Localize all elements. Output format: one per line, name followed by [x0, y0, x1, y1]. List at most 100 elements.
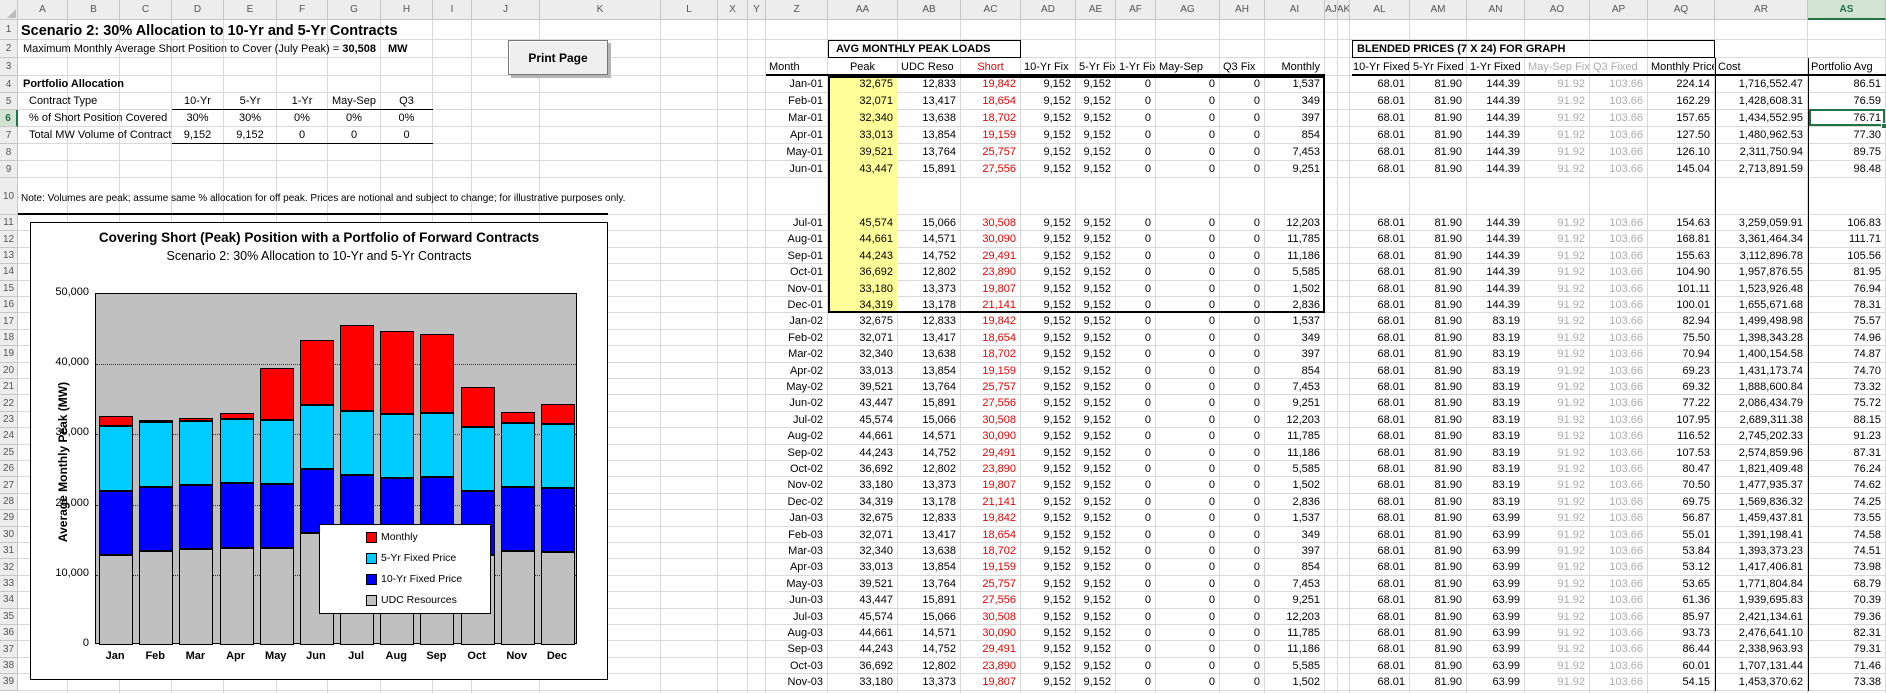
- price-cell[interactable]: 81.90: [1410, 297, 1466, 313]
- peak-cell[interactable]: 9,152: [1076, 625, 1115, 641]
- price-cell[interactable]: 91.92: [1525, 477, 1589, 493]
- peak-cell[interactable]: 19,807: [961, 477, 1020, 493]
- price-cell[interactable]: 103.66: [1590, 641, 1647, 657]
- column-header-H[interactable]: H: [381, 0, 433, 20]
- price-cell[interactable]: 91.92: [1525, 658, 1589, 674]
- peak-cell[interactable]: 1,502: [1265, 674, 1324, 690]
- peak-cell[interactable]: 0: [1116, 510, 1155, 526]
- peak-cell[interactable]: 9,152: [1076, 330, 1115, 346]
- price-cell[interactable]: 126.10: [1648, 144, 1714, 161]
- peak-cell[interactable]: 9,152: [1021, 346, 1075, 362]
- price-cell[interactable]: 68.01: [1350, 527, 1409, 543]
- price-cell[interactable]: 144.39: [1467, 93, 1524, 110]
- peak-cell[interactable]: 9,152: [1021, 543, 1075, 559]
- price-cell[interactable]: 3,259,059.91: [1715, 215, 1807, 231]
- price-cell[interactable]: 81.90: [1410, 559, 1466, 575]
- price-cell[interactable]: 74.87: [1808, 346, 1885, 362]
- peak-cell[interactable]: 9,152: [1076, 428, 1115, 444]
- peak-cell[interactable]: 9,152: [1076, 461, 1115, 477]
- peak-cell[interactable]: 18,702: [961, 346, 1020, 362]
- price-cell[interactable]: 93.73: [1648, 625, 1714, 641]
- peak-cell[interactable]: 15,891: [898, 395, 960, 411]
- price-cell[interactable]: 103.66: [1590, 674, 1647, 690]
- price-cell[interactable]: 2,745,202.33: [1715, 428, 1807, 444]
- row-header-21[interactable]: 21: [0, 379, 18, 395]
- peak-cell[interactable]: 0: [1156, 559, 1219, 575]
- peak-cell[interactable]: 33,180: [828, 477, 897, 493]
- peak-cell[interactable]: 12,802: [898, 658, 960, 674]
- price-cell[interactable]: 144.39: [1467, 127, 1524, 144]
- price-cell[interactable]: 103.66: [1590, 625, 1647, 641]
- peak-cell[interactable]: 0: [1156, 494, 1219, 510]
- price-cell[interactable]: 144.39: [1467, 264, 1524, 280]
- price-cell[interactable]: 81.90: [1410, 313, 1466, 329]
- price-cell[interactable]: 91.92: [1525, 576, 1589, 592]
- price-cell[interactable]: 81.90: [1410, 248, 1466, 264]
- price-cell[interactable]: 103.66: [1590, 313, 1647, 329]
- fill-handle[interactable]: [1881, 123, 1886, 129]
- peak-cell[interactable]: May-02: [766, 379, 827, 395]
- row-header-30[interactable]: 30: [0, 527, 18, 543]
- peak-cell[interactable]: 0: [1220, 412, 1264, 428]
- price-cell[interactable]: 68.01: [1350, 576, 1409, 592]
- allocation-col-header[interactable]: Q3: [381, 93, 432, 110]
- price-cell[interactable]: 68.01: [1350, 379, 1409, 395]
- price-cell[interactable]: 2,421,134.61: [1715, 609, 1807, 625]
- peak-cell[interactable]: Jan-03: [766, 510, 827, 526]
- price-cell[interactable]: 74.51: [1808, 543, 1885, 559]
- row-header-6[interactable]: 6: [0, 110, 18, 127]
- peak-cell[interactable]: Feb-02: [766, 330, 827, 346]
- price-cell[interactable]: 81.90: [1410, 395, 1466, 411]
- peak-cell[interactable]: Oct-03: [766, 658, 827, 674]
- price-cell[interactable]: 162.29: [1648, 93, 1714, 110]
- price-cell[interactable]: 91.92: [1525, 248, 1589, 264]
- price-cell[interactable]: 103.66: [1590, 592, 1647, 608]
- allocation-col-header[interactable]: 10-Yr: [172, 93, 223, 110]
- price-cell[interactable]: 55.01: [1648, 527, 1714, 543]
- peak-cell[interactable]: 0: [1156, 445, 1219, 461]
- peak-cell[interactable]: 349: [1265, 330, 1324, 346]
- max-short-value[interactable]: 30,508: [328, 40, 380, 58]
- price-cell[interactable]: 89.75: [1808, 144, 1885, 161]
- price-cell[interactable]: 83.19: [1467, 346, 1524, 362]
- peak-cell[interactable]: 14,752: [898, 641, 960, 657]
- price-cell[interactable]: 63.99: [1467, 641, 1524, 657]
- price-cell[interactable]: 83.19: [1467, 412, 1524, 428]
- row-header-4[interactable]: 4: [0, 76, 18, 93]
- allocation-col-header[interactable]: 1-Yr: [277, 93, 327, 110]
- column-header-F[interactable]: F: [277, 0, 328, 20]
- peak-cell[interactable]: 9,152: [1021, 510, 1075, 526]
- price-cell[interactable]: 81.90: [1410, 461, 1466, 477]
- peak-cell[interactable]: Jun-03: [766, 592, 827, 608]
- peak-cell[interactable]: 9,152: [1021, 330, 1075, 346]
- print-page-button[interactable]: Print Page: [508, 40, 608, 75]
- price-cell[interactable]: 103.66: [1590, 330, 1647, 346]
- column-header-L[interactable]: L: [661, 0, 718, 20]
- peak-cell[interactable]: May-01: [766, 144, 827, 161]
- price-cell[interactable]: 76.24: [1808, 461, 1885, 477]
- peak-cell[interactable]: 0: [1156, 363, 1219, 379]
- column-header-E[interactable]: E: [224, 0, 277, 20]
- price-cell[interactable]: 116.52: [1648, 428, 1714, 444]
- price-cell[interactable]: 73.38: [1808, 674, 1885, 690]
- peak-cell[interactable]: 23,890: [961, 658, 1020, 674]
- price-cell[interactable]: 68.01: [1350, 658, 1409, 674]
- peak-cell[interactable]: 5,585: [1265, 658, 1324, 674]
- price-cell[interactable]: 83.19: [1467, 477, 1524, 493]
- embedded-chart[interactable]: Covering Short (Peak) Position with a Po…: [30, 222, 608, 680]
- peak-cell[interactable]: Nov-02: [766, 477, 827, 493]
- column-header-I[interactable]: I: [433, 0, 472, 20]
- peak-cell[interactable]: 13,638: [898, 346, 960, 362]
- row-header-25[interactable]: 25: [0, 445, 18, 461]
- peak-cell[interactable]: 36,692: [828, 658, 897, 674]
- price-cell[interactable]: 1,428,608.31: [1715, 93, 1807, 110]
- price-cell[interactable]: 53.12: [1648, 559, 1714, 575]
- peak-cell[interactable]: 9,152: [1076, 510, 1115, 526]
- price-cell[interactable]: 103.66: [1590, 527, 1647, 543]
- price-cell[interactable]: 91.92: [1525, 215, 1589, 231]
- row-header-8[interactable]: 8: [0, 144, 18, 161]
- peak-cell[interactable]: 0: [1220, 543, 1264, 559]
- price-cell[interactable]: 1,398,343.28: [1715, 330, 1807, 346]
- peak-cell[interactable]: 18,654: [961, 527, 1020, 543]
- price-cell[interactable]: 81.90: [1410, 510, 1466, 526]
